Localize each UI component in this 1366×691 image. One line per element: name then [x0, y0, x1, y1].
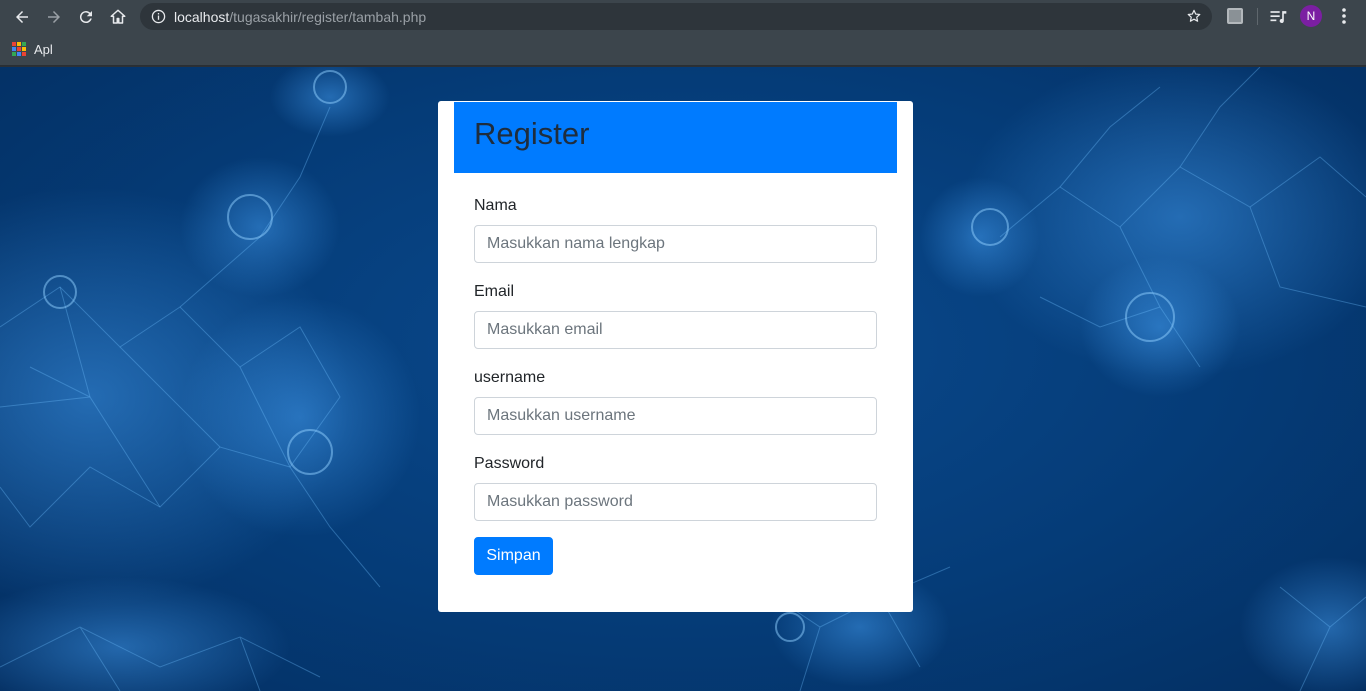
register-card: Register Nama Email username Password Si…	[438, 101, 913, 612]
bookmark-apps[interactable]: Apl	[12, 39, 53, 59]
email-input[interactable]	[474, 311, 877, 349]
username-input[interactable]	[474, 397, 877, 435]
profile-avatar[interactable]: N	[1300, 5, 1322, 27]
simpan-button[interactable]: Simpan	[474, 537, 553, 575]
toolbar-divider	[1257, 8, 1258, 25]
home-button[interactable]	[106, 5, 130, 29]
address-bar[interactable]: localhost/tugasakhir/register/tambah.php	[140, 3, 1212, 30]
email-label: Email	[474, 283, 515, 300]
bookmark-star-icon[interactable]	[1186, 8, 1202, 24]
home-icon	[110, 9, 126, 24]
info-icon[interactable]	[150, 8, 166, 24]
username-label: username	[474, 369, 546, 386]
forward-button[interactable]	[42, 5, 66, 29]
browser-toolbar: localhost/tugasakhir/register/tambah.php…	[0, 0, 1366, 33]
media-queue-icon[interactable]	[1268, 7, 1288, 27]
back-button[interactable]	[10, 5, 34, 29]
bookmarks-bar: Apl	[0, 33, 1366, 66]
url-text[interactable]: localhost/tugasakhir/register/tambah.php	[174, 9, 426, 25]
page-title: Register	[474, 116, 590, 151]
url-path: /tugasakhir/register/tambah.php	[229, 9, 427, 25]
card-header: Register	[454, 102, 897, 173]
reload-icon	[79, 11, 92, 24]
arrow-right-icon	[48, 11, 60, 23]
nama-input[interactable]	[474, 225, 877, 263]
password-input[interactable]	[474, 483, 877, 521]
url-host: localhost	[174, 9, 230, 25]
reload-button[interactable]	[74, 5, 98, 29]
nama-label: Nama	[474, 197, 517, 214]
extension-icon[interactable]	[1227, 8, 1243, 24]
kebab-menu-icon[interactable]	[1336, 6, 1352, 26]
bookmark-label: Apl	[34, 41, 53, 57]
page-viewport: Register Nama Email username Password Si…	[0, 67, 1366, 691]
password-label: Password	[474, 455, 545, 472]
arrow-left-icon	[16, 11, 28, 23]
apps-grid-icon	[12, 42, 26, 56]
